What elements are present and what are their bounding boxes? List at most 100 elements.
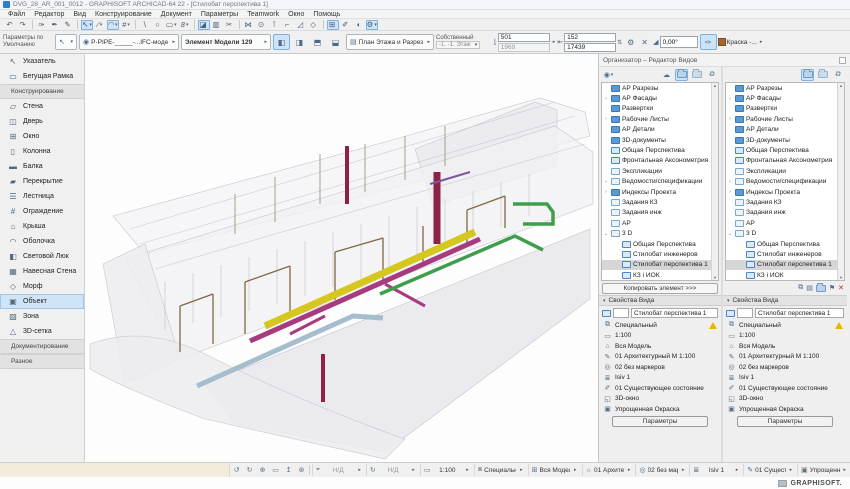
- offset[interactable]: ◇: [308, 20, 320, 30]
- node-lists[interactable]: › Ведомости/спецификации: [602, 177, 711, 187]
- tool-roof[interactable]: ⌂ Крыша: [0, 219, 84, 234]
- node-ar-sections[interactable]: АР Разрезы: [602, 83, 711, 93]
- node-tasks-eng[interactable]: Задания инж: [602, 208, 711, 218]
- status-override[interactable]: ≣ Isiv 1 ▸: [689, 464, 741, 476]
- node-tasks-eng[interactable]: Задания инж: [726, 208, 837, 218]
- prop-scale[interactable]: ▭ 1:100: [599, 331, 721, 342]
- circle-method[interactable]: ○: [152, 20, 164, 30]
- tool-slab[interactable]: ▰ Перекрытие: [0, 174, 84, 189]
- copy-item-button[interactable]: Копировать элемент >>>: [602, 282, 718, 294]
- guide-line[interactable]: ∖: [139, 20, 151, 30]
- gravity-roof[interactable]: ◨: [291, 34, 308, 50]
- coordinate-y-input[interactable]: [564, 42, 617, 52]
- view-name-field[interactable]: Стилобат перспектива 1: [755, 308, 844, 318]
- node-project-indexes[interactable]: › Индексы Проекта: [602, 187, 711, 197]
- node-general-perspective[interactable]: Общая Перспектива: [726, 145, 837, 155]
- align[interactable]: ⊺: [269, 20, 281, 30]
- close-icon[interactable]: ✕: [638, 34, 651, 50]
- rect-method[interactable]: ▭ ▾: [165, 20, 178, 30]
- gear-icon[interactable]: ⚙: [624, 34, 637, 50]
- expander-icon[interactable]: ›: [603, 116, 609, 122]
- expander-icon[interactable]: ›: [603, 189, 609, 195]
- left-tree-scrollbar[interactable]: ▲ ▼: [711, 83, 718, 280]
- tool-morph[interactable]: ◇ Морф: [0, 279, 84, 294]
- save-view-icon[interactable]: ▤: [806, 284, 813, 292]
- layout-book-button[interactable]: [816, 69, 829, 81]
- scissors[interactable]: ✂: [224, 20, 236, 30]
- prop-structure-display[interactable]: ⌂ Вся Модель: [599, 341, 721, 352]
- node-stylobate-engineers[interactable]: Стилобат инженеров: [602, 249, 711, 259]
- view-id-field[interactable]: [613, 308, 629, 318]
- tool-pointer[interactable]: ↖ Указатель: [0, 54, 84, 69]
- expander-icon[interactable]: ›: [603, 179, 609, 185]
- node-3d[interactable]: ⌄ 3 D: [602, 228, 711, 238]
- prop-pen-set[interactable]: ✎ 01 Архитектурный М 1:100: [723, 352, 847, 363]
- node-3d-general-perspective[interactable]: Общая Перспектива: [602, 239, 711, 249]
- tool-marquee[interactable]: ▭ Бегущая Рамка: [0, 69, 84, 84]
- node-3d-documents[interactable]: 3D-документы: [726, 135, 837, 145]
- node-ar[interactable]: АР: [602, 218, 711, 228]
- menu-item[interactable]: Конструирование: [91, 11, 156, 18]
- story-dropdown[interactable]: -1. -1. Этаж ▾: [436, 41, 481, 49]
- toolbar-button[interactable]: [193, 20, 195, 29]
- prop-graphic-override[interactable]: ≣ Isiv 1: [723, 373, 847, 384]
- fit-in-window[interactable]: ▭: [269, 465, 282, 476]
- node-interior-elevations[interactable]: Развертки: [602, 104, 711, 114]
- options[interactable]: ⚙ ▾: [365, 19, 378, 30]
- panel-menu-icon[interactable]: [839, 56, 846, 64]
- tool-window[interactable]: ⊞ Окно: [0, 129, 84, 144]
- organizer-title-bar[interactable]: Организатор – Редактор Видов: [599, 54, 850, 67]
- flag-icon[interactable]: ⚑: [829, 284, 835, 292]
- node-tasks-kz[interactable]: Задания КЗ: [602, 197, 711, 207]
- grid-snap[interactable]: ⊞: [326, 19, 339, 30]
- expander-icon[interactable]: ›: [727, 96, 733, 102]
- node-3d-general-perspective[interactable]: Общая Перспектива: [726, 239, 837, 249]
- publisher-button[interactable]: ⧉: [705, 69, 718, 81]
- delete-icon[interactable]: ✕: [838, 284, 844, 292]
- section-documentation[interactable]: Документирование: [0, 339, 84, 354]
- viewport-3d[interactable]: [85, 54, 598, 462]
- status-renovation[interactable]: ✎ 01 Существующее с... ▸: [743, 464, 795, 476]
- stretch[interactable]: ⊙: [256, 20, 268, 30]
- nav-back[interactable]: ↺: [230, 465, 243, 476]
- gravity-slab[interactable]: ◧: [273, 34, 290, 50]
- split[interactable]: ▥: [211, 20, 223, 30]
- inject-parameters[interactable]: ✒: [49, 20, 61, 30]
- angle-input[interactable]: [659, 36, 698, 48]
- status-3d-style[interactable]: ▣ Упрощенная Окра... ▸: [797, 464, 849, 476]
- prop-3d-style[interactable]: ▣ Упрощенная Окраска: [723, 404, 847, 415]
- view-id-field[interactable]: [737, 308, 753, 318]
- menu-item[interactable]: Окно: [284, 11, 308, 18]
- fillet[interactable]: ⌐: [282, 20, 294, 30]
- right-view-properties-header[interactable]: ▾ Свойства Вида: [723, 295, 847, 306]
- toolbar-button[interactable]: [135, 20, 136, 29]
- expander-icon[interactable]: ›: [603, 96, 609, 102]
- tool-stair[interactable]: ☰ Лестница: [0, 189, 84, 204]
- lasso[interactable]: ◖: [353, 20, 365, 30]
- clone-folder-icon[interactable]: ⧉: [798, 284, 803, 292]
- node-worksheets[interactable]: › Рабочие Листы: [602, 114, 711, 124]
- status-na-1[interactable]: ⌖ Н/Д ▸: [312, 464, 364, 476]
- node-schedules[interactable]: Экспликации: [602, 166, 711, 176]
- node-ar-details[interactable]: АР Детали: [726, 125, 837, 135]
- layout-book-button[interactable]: [690, 69, 703, 81]
- paint-color-swatch[interactable]: [717, 38, 726, 46]
- paint-tool-button[interactable]: ✑: [699, 34, 717, 50]
- status-scale[interactable]: ▭ 1:100 ▸: [419, 464, 472, 476]
- section-more[interactable]: Разное: [0, 354, 84, 369]
- undo[interactable]: ↶: [4, 20, 16, 30]
- tool-beam[interactable]: ▬ Балка: [0, 159, 84, 174]
- spinner-icon[interactable]: ⇅: [617, 39, 622, 46]
- node-front-axonometry[interactable]: Фронтальная Аксонометрия: [602, 156, 711, 166]
- expander-icon[interactable]: ⌄: [727, 231, 733, 237]
- tool-wall[interactable]: ▱ Стена: [0, 99, 84, 114]
- node-stylobate-perspective-1[interactable]: Стилобат перспектива 1: [602, 259, 711, 271]
- tool-curtain-wall[interactable]: ▦ Навесная Стена: [0, 264, 84, 279]
- menu-item[interactable]: Teamwork: [243, 11, 283, 18]
- prop-layer-combination[interactable]: ⧉ Специальный: [723, 320, 847, 331]
- view-name-field[interactable]: Стилобат перспектива 1: [631, 308, 718, 318]
- expander-icon[interactable]: ›: [727, 189, 733, 195]
- node-general-perspective[interactable]: Общая Перспектива: [602, 145, 711, 155]
- prop-3d-window[interactable]: ◱ 3D-окно: [723, 394, 847, 405]
- node-ar-sections[interactable]: АР Разрезы: [726, 83, 837, 93]
